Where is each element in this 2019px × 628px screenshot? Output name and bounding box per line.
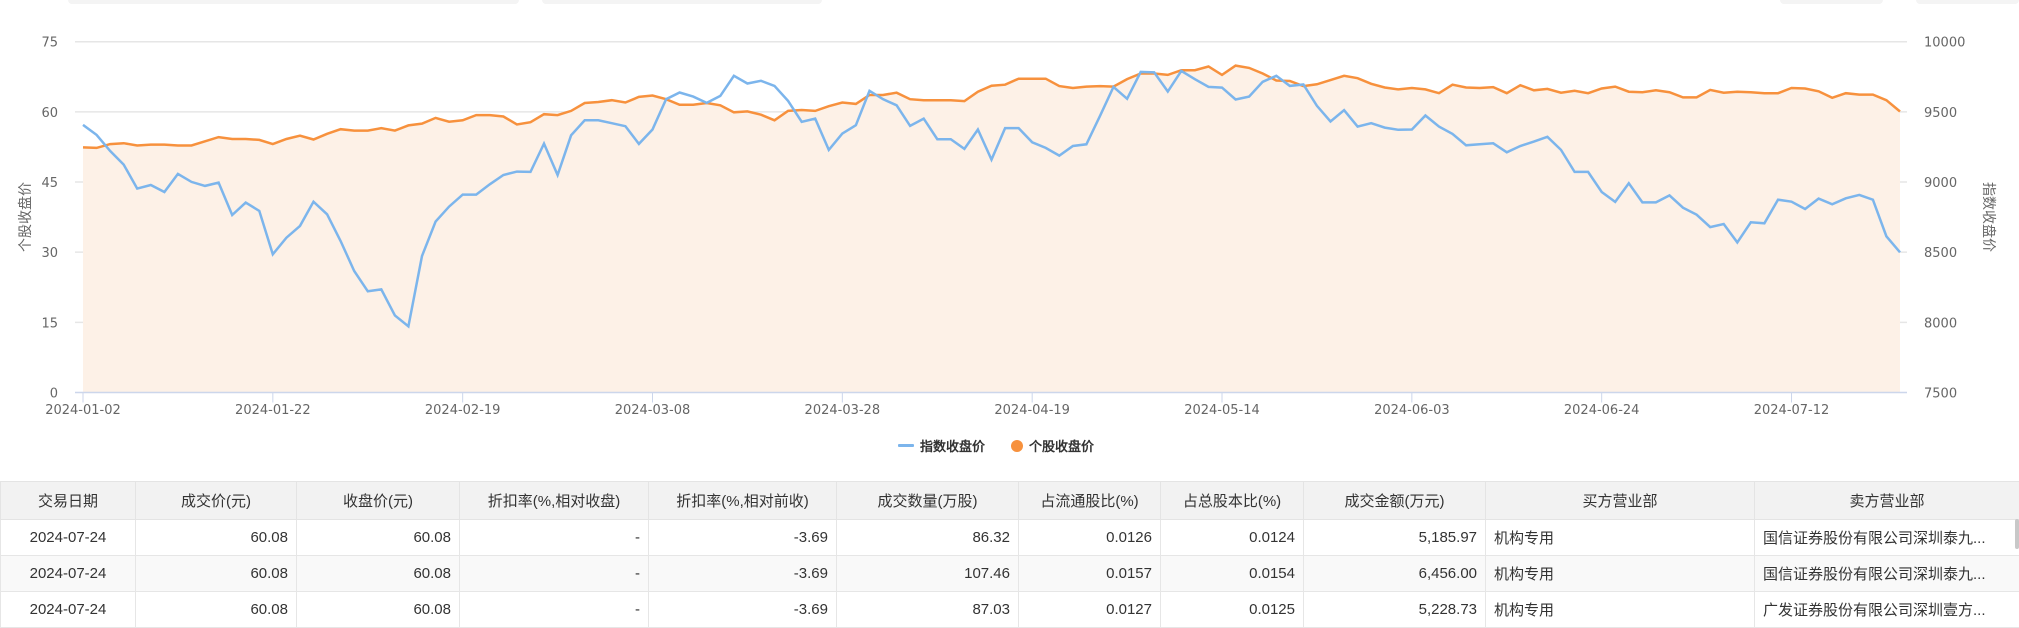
table-cell: 5,228.73 — [1304, 592, 1486, 628]
table-cell: - — [460, 556, 649, 592]
table-scrollbar[interactable] — [2015, 519, 2019, 549]
table-cell: 60.08 — [136, 556, 297, 592]
column-header[interactable]: 占总股本比(%) — [1161, 482, 1304, 520]
legend-label: 个股收盘价 — [1029, 436, 1094, 455]
table-cell: 60.08 — [297, 556, 460, 592]
right-tick-label: 9000 — [1924, 176, 1957, 191]
column-header[interactable]: 成交价(元) — [136, 482, 297, 520]
right-tick-label: 9500 — [1924, 106, 1957, 121]
table-header-row: 交易日期成交价(元)收盘价(元)折扣率(%,相对收盘)折扣率(%,相对前收)成交… — [1, 482, 2019, 520]
table-cell: 机构专用 — [1486, 556, 1755, 592]
column-header[interactable]: 卖方营业部 — [1755, 482, 2019, 520]
table-cell: 国信证券股份有限公司深圳泰九... — [1755, 520, 2019, 556]
legend-dot-icon — [1011, 440, 1023, 452]
table-cell: 0.0124 — [1161, 520, 1304, 556]
right-tick-label: 8000 — [1924, 316, 1957, 331]
x-tick-label: 2024-04-19 — [994, 403, 1070, 418]
table-cell: 0.0157 — [1019, 556, 1161, 592]
table-cell: 2024-07-24 — [1, 592, 136, 628]
table-cell: - — [460, 520, 649, 556]
table-row[interactable]: 2024-07-2460.0860.08--3.6986.320.01260.0… — [1, 520, 2019, 556]
column-header[interactable]: 折扣率(%,相对收盘) — [460, 482, 649, 520]
column-header[interactable]: 成交金额(万元) — [1304, 482, 1486, 520]
left-tick-label: 60 — [41, 106, 58, 121]
table-cell: 87.03 — [837, 592, 1019, 628]
table-cell: 2024-07-24 — [1, 556, 136, 592]
table-cell: 86.32 — [837, 520, 1019, 556]
table-cell: 机构专用 — [1486, 520, 1755, 556]
x-tick-label: 2024-06-03 — [1374, 403, 1450, 418]
stock-area-fill — [83, 66, 1900, 393]
table-cell: 广发证券股份有限公司深圳壹方... — [1755, 592, 2019, 628]
table-cell: -3.69 — [649, 592, 837, 628]
column-header[interactable]: 买方营业部 — [1486, 482, 1755, 520]
left-tick-label: 45 — [41, 176, 58, 191]
price-chart: 0 15 30 45 60 75 7500 8000 8500 9000 9500 10000 2024… — [0, 0, 2019, 470]
column-header[interactable]: 成交数量(万股) — [837, 482, 1019, 520]
table-cell: 60.08 — [136, 520, 297, 556]
table-cell: 0.0127 — [1019, 592, 1161, 628]
right-tick-label: 7500 — [1924, 387, 1957, 402]
x-tick-label: 2024-03-08 — [615, 403, 691, 418]
left-tick-label: 15 — [41, 316, 58, 331]
table-cell: 国信证券股份有限公司深圳泰九... — [1755, 556, 2019, 592]
chart-legend: 指数收盘价 个股收盘价 — [898, 436, 1120, 455]
x-tick-label: 2024-06-24 — [1564, 403, 1640, 418]
x-tick-label: 2024-05-14 — [1184, 403, 1260, 418]
right-axis-title: 指数收盘价 — [1980, 182, 1997, 252]
x-tick-label: 2024-03-28 — [805, 403, 881, 418]
left-axis-title: 个股收盘价 — [17, 182, 34, 252]
table-row[interactable]: 2024-07-2460.0860.08--3.69107.460.01570.… — [1, 556, 2019, 592]
x-tick-label: 2024-01-22 — [235, 403, 311, 418]
column-header[interactable]: 占流通股比(%) — [1019, 482, 1161, 520]
column-header[interactable]: 交易日期 — [1, 482, 136, 520]
right-tick-label: 10000 — [1924, 36, 1965, 51]
right-tick-label: 8500 — [1924, 246, 1957, 261]
legend-line-icon — [898, 444, 914, 447]
left-tick-label: 30 — [41, 246, 58, 261]
legend-item-index[interactable]: 指数收盘价 — [898, 436, 985, 455]
table-cell: 机构专用 — [1486, 592, 1755, 628]
left-tick-label: 75 — [41, 36, 58, 51]
x-tick-label: 2024-07-12 — [1754, 403, 1830, 418]
left-tick-label: 0 — [50, 387, 58, 402]
table-cell: 0.0125 — [1161, 592, 1304, 628]
table-cell: -3.69 — [649, 556, 837, 592]
x-tick-label: 2024-02-19 — [425, 403, 501, 418]
table-cell: - — [460, 592, 649, 628]
column-header[interactable]: 折扣率(%,相对前收) — [649, 482, 837, 520]
table-cell: 107.46 — [837, 556, 1019, 592]
column-header[interactable]: 收盘价(元) — [297, 482, 460, 520]
x-tick-label: 2024-01-02 — [45, 403, 121, 418]
table-cell: 6,456.00 — [1304, 556, 1486, 592]
legend-label: 指数收盘价 — [920, 436, 985, 455]
table-cell: 60.08 — [297, 592, 460, 628]
table-cell: 60.08 — [297, 520, 460, 556]
table-cell: 2024-07-24 — [1, 520, 136, 556]
legend-item-stock[interactable]: 个股收盘价 — [1011, 436, 1094, 455]
table-cell: 0.0126 — [1019, 520, 1161, 556]
table-cell: -3.69 — [649, 520, 837, 556]
table-cell: 60.08 — [136, 592, 297, 628]
table-row[interactable]: 2024-07-2460.0860.08--3.6987.030.01270.0… — [1, 592, 2019, 628]
table-cell: 0.0154 — [1161, 556, 1304, 592]
block-trade-table: 交易日期成交价(元)收盘价(元)折扣率(%,相对收盘)折扣率(%,相对前收)成交… — [0, 481, 2019, 628]
table-cell: 5,185.97 — [1304, 520, 1486, 556]
